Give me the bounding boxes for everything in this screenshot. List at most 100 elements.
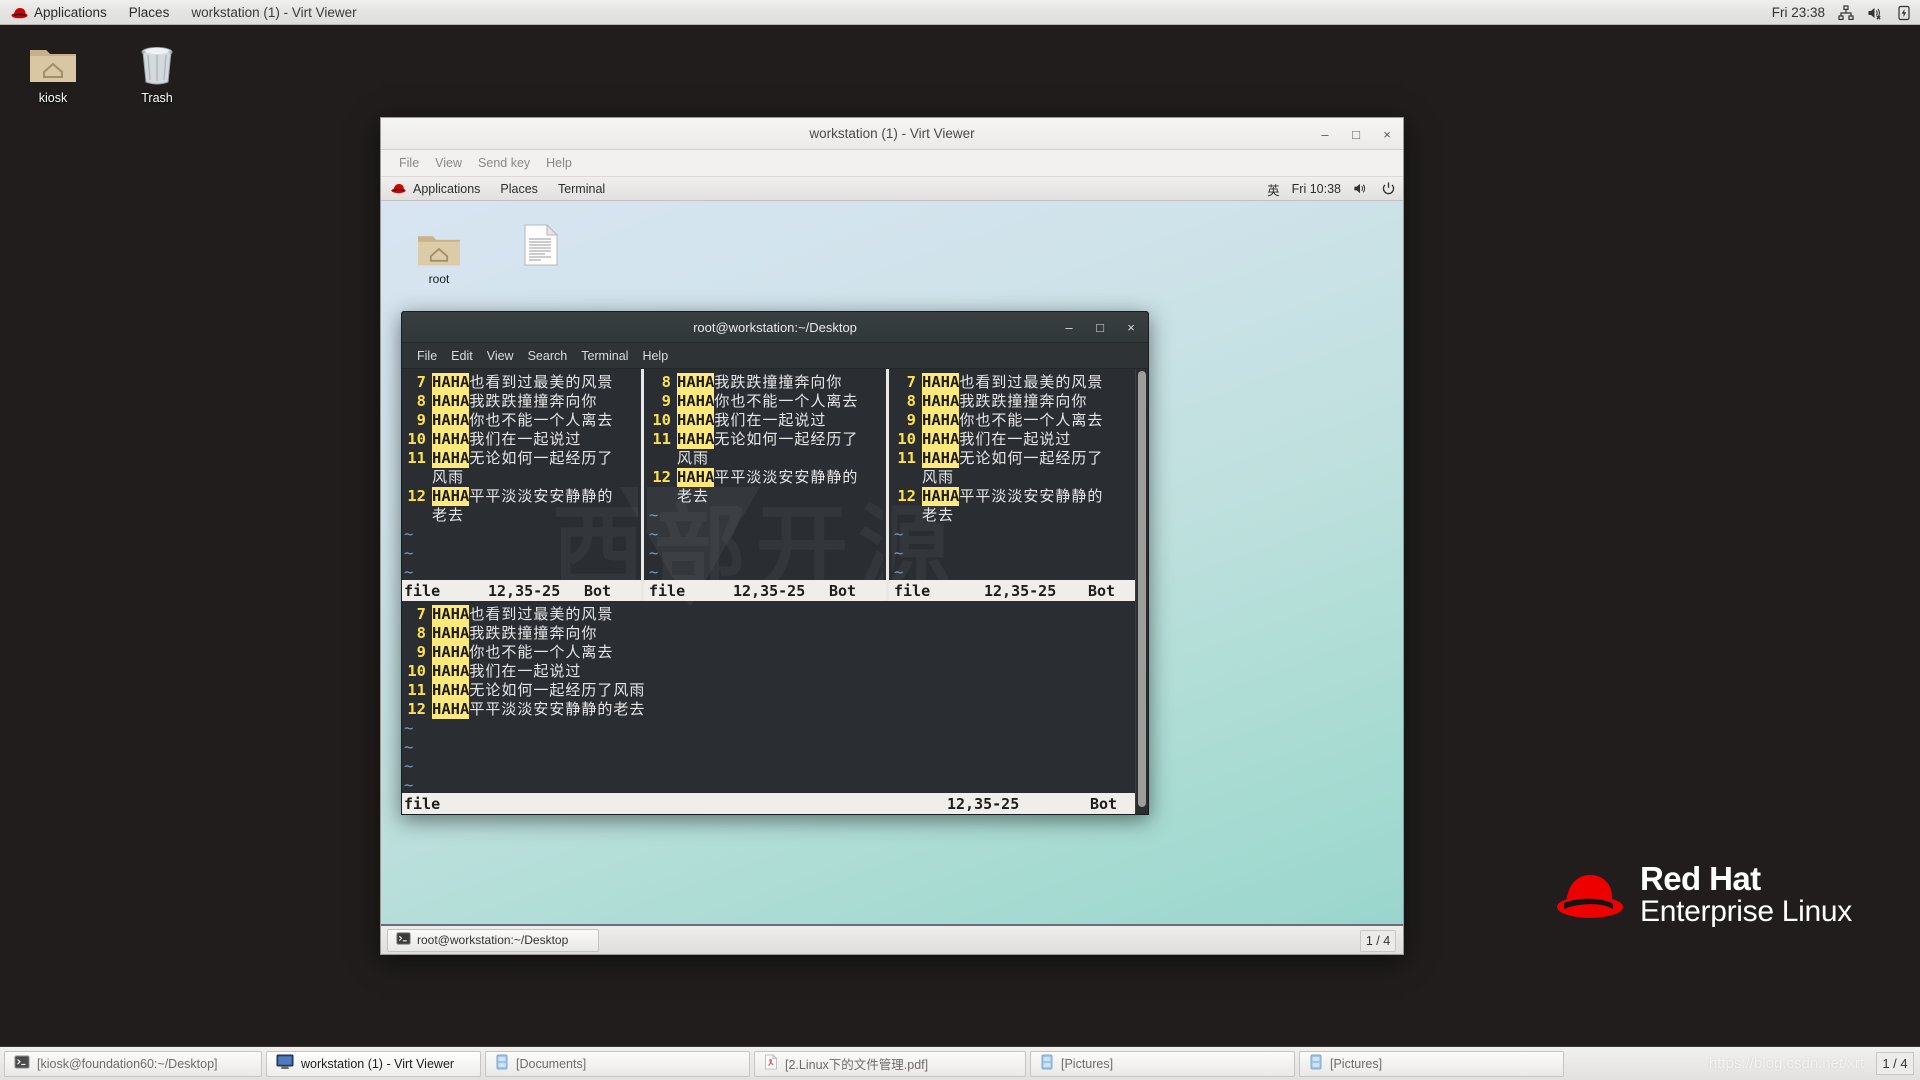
taskbar-item-pdf[interactable]: [2.Linux下的文件管理.pdf] — [754, 1051, 1026, 1077]
terminal-titlebar[interactable]: root@workstation:~/Desktop – □ × — [402, 312, 1148, 343]
redhat-icon — [391, 182, 408, 195]
vim-tilde: ~ — [402, 544, 638, 563]
guest-clock[interactable]: Fri 10:38 — [1292, 182, 1341, 196]
vim-statusline-row-top: file 12,35-25 Bot file 12,35-25 Bot — [402, 580, 1148, 601]
menu-file[interactable]: File — [391, 156, 427, 170]
vim-status-filename: file — [402, 795, 440, 813]
menu-help[interactable]: Help — [538, 156, 580, 170]
guest-terminal-window-item[interactable]: Terminal — [548, 177, 615, 201]
vim-statusline-gap — [883, 580, 892, 601]
desktop-icon-kiosk[interactable]: kiosk — [10, 32, 96, 105]
host-workspace-indicator[interactable]: 1 / 4 — [1876, 1052, 1914, 1075]
vim-tilde: ~ — [402, 757, 1135, 776]
rhel-branding: Red Hat Enterprise Linux — [1554, 862, 1874, 928]
terminal-title-label: root@workstation:~/Desktop — [693, 320, 857, 335]
taskbar-item-pictures-1[interactable]: [Pictures] — [1030, 1051, 1295, 1077]
vim-split-row-top: 7HAHA也看到过最美的风景 8HAHA我跌跌撞撞奔向你 9HAHA你也不能一个… — [402, 369, 1148, 580]
menu-file[interactable]: File — [410, 349, 444, 363]
vim-pane-bottom[interactable]: 7HAHA也看到过最美的风景 8HAHA我跌跌撞撞奔向你 9HAHA你也不能一个… — [402, 601, 1135, 793]
vim-statusline-gap — [638, 580, 647, 601]
guest-places-menu[interactable]: Places — [490, 177, 548, 201]
power-icon[interactable] — [1381, 181, 1397, 197]
vim-tilde: ~ — [892, 563, 1142, 580]
scrollbar-thumb[interactable] — [1138, 371, 1146, 807]
vim-tilde: ~ — [402, 525, 638, 544]
virt-viewer-titlebar[interactable]: workstation (1) - Virt Viewer – □ × — [381, 118, 1403, 150]
host-applications-menu[interactable]: Applications — [0, 0, 118, 25]
trash-icon — [114, 32, 200, 86]
display-icon — [276, 1054, 294, 1073]
taskbar-item-label: [Pictures] — [1061, 1057, 1113, 1071]
terminal-window[interactable]: root@workstation:~/Desktop – □ × File Ed… — [401, 311, 1149, 815]
redhat-hat-icon — [1554, 867, 1626, 923]
vim-tilde: ~ — [892, 544, 1142, 563]
host-taskbar: [kiosk@foundation60:~/Desktop] workstati… — [0, 1046, 1920, 1080]
vim-tilde: ~ — [647, 544, 883, 563]
vim-pane-separator[interactable] — [883, 369, 892, 580]
vim-pane-middle[interactable]: 8HAHA我跌跌撞撞奔向你 9HAHA你也不能一个人离去 10HAHA我们在一起… — [647, 369, 883, 580]
guest-applications-menu[interactable]: Applications — [381, 177, 490, 201]
menu-send-key[interactable]: Send key — [470, 156, 538, 170]
menu-help[interactable]: Help — [635, 349, 675, 363]
redhat-icon — [11, 6, 28, 19]
input-method-indicator[interactable]: 英 — [1267, 180, 1280, 199]
vim-status-scroll: Bot — [1090, 795, 1117, 813]
csdn-watermark: https://blog.csdn.net/xrt — [1709, 1055, 1864, 1072]
vim-tilde: ~ — [647, 525, 883, 544]
host-top-panel: Applications Places workstation (1) - Vi… — [0, 0, 1920, 25]
volume-icon[interactable] — [1353, 181, 1369, 197]
close-button[interactable]: × — [1124, 321, 1138, 335]
host-clock[interactable]: Fri 23:38 — [1772, 5, 1825, 20]
volume-muted-icon[interactable] — [1867, 5, 1883, 21]
taskbar-item-label: [Documents] — [516, 1057, 586, 1071]
terminal-icon — [14, 1054, 30, 1073]
files-icon — [495, 1054, 509, 1073]
taskbar-item-pictures-2[interactable]: [Pictures] — [1299, 1051, 1564, 1077]
virt-viewer-menubar: File View Send key Help — [381, 150, 1403, 177]
screen: Applications Places workstation (1) - Vi… — [0, 0, 1920, 1080]
vim-status-scroll: Bot — [584, 582, 611, 600]
menu-view[interactable]: View — [480, 349, 521, 363]
vim-tilde: ~ — [647, 563, 883, 580]
virt-viewer-window[interactable]: workstation (1) - Virt Viewer – □ × File… — [380, 117, 1404, 955]
menu-edit[interactable]: Edit — [444, 349, 480, 363]
menu-terminal[interactable]: Terminal — [574, 349, 635, 363]
maximize-button[interactable]: □ — [1349, 127, 1363, 141]
taskbar-item-kiosk-terminal[interactable]: [kiosk@foundation60:~/Desktop] — [4, 1051, 262, 1077]
vim-status-middle: file 12,35-25 Bot — [647, 580, 883, 601]
terminal-canvas[interactable]: 西部开源 7HAHA也看到过最美的风景 8HAHA我跌跌撞撞奔向你 9HAHA你… — [402, 369, 1148, 814]
terminal-icon — [396, 931, 411, 949]
guest-taskbar-item-terminal[interactable]: root@workstation:~/Desktop — [387, 929, 599, 952]
desktop-icon-trash[interactable]: Trash — [114, 32, 200, 105]
terminal-scrollbar[interactable] — [1135, 369, 1148, 814]
guest-workspace-indicator[interactable]: 1 / 4 — [1360, 930, 1396, 952]
taskbar-item-documents[interactable]: [Documents] — [485, 1051, 750, 1077]
vim-pane-left[interactable]: 7HAHA也看到过最美的风景 8HAHA我跌跌撞撞奔向你 9HAHA你也不能一个… — [402, 369, 638, 580]
host-active-window-title[interactable]: workstation (1) - Virt Viewer — [180, 0, 367, 25]
guest-desktop-icon-root[interactable]: root — [399, 219, 479, 286]
vim-status-position: 12,35-25 — [488, 582, 560, 600]
network-icon[interactable] — [1838, 5, 1854, 21]
vim-status-left: file 12,35-25 Bot — [402, 580, 638, 601]
close-button[interactable]: × — [1380, 127, 1394, 141]
vim-status-filename: file — [402, 582, 440, 600]
vim-pane-right[interactable]: 7HAHA也看到过最美的风景 8HAHA我跌跌撞撞奔向你 9HAHA你也不能一个… — [892, 369, 1142, 580]
host-places-menu[interactable]: Places — [118, 0, 181, 25]
vim-status-position: 12,35-25 — [984, 582, 1056, 600]
guest-desktop-icon-document[interactable] — [501, 217, 581, 270]
vim-status-right: file 12,35-25 Bot — [892, 580, 1142, 601]
vim-pane-separator[interactable] — [638, 369, 647, 580]
minimize-button[interactable]: – — [1062, 321, 1076, 335]
taskbar-item-label: [Pictures] — [1330, 1057, 1382, 1071]
maximize-button[interactable]: □ — [1093, 321, 1107, 335]
terminal-menubar: File Edit View Search Terminal Help — [402, 343, 1148, 369]
vim-status-scroll: Bot — [1088, 582, 1115, 600]
menu-view[interactable]: View — [427, 156, 470, 170]
vim-tilde: ~ — [892, 525, 1142, 544]
battery-icon[interactable] — [1896, 5, 1912, 21]
taskbar-item-virt-viewer[interactable]: workstation (1) - Virt Viewer — [266, 1051, 481, 1077]
vim-tilde: ~ — [402, 719, 1135, 738]
menu-search[interactable]: Search — [521, 349, 575, 363]
minimize-button[interactable]: – — [1318, 127, 1332, 141]
vim-status-bottom: file 12,35-25 Bot — [402, 793, 1135, 814]
